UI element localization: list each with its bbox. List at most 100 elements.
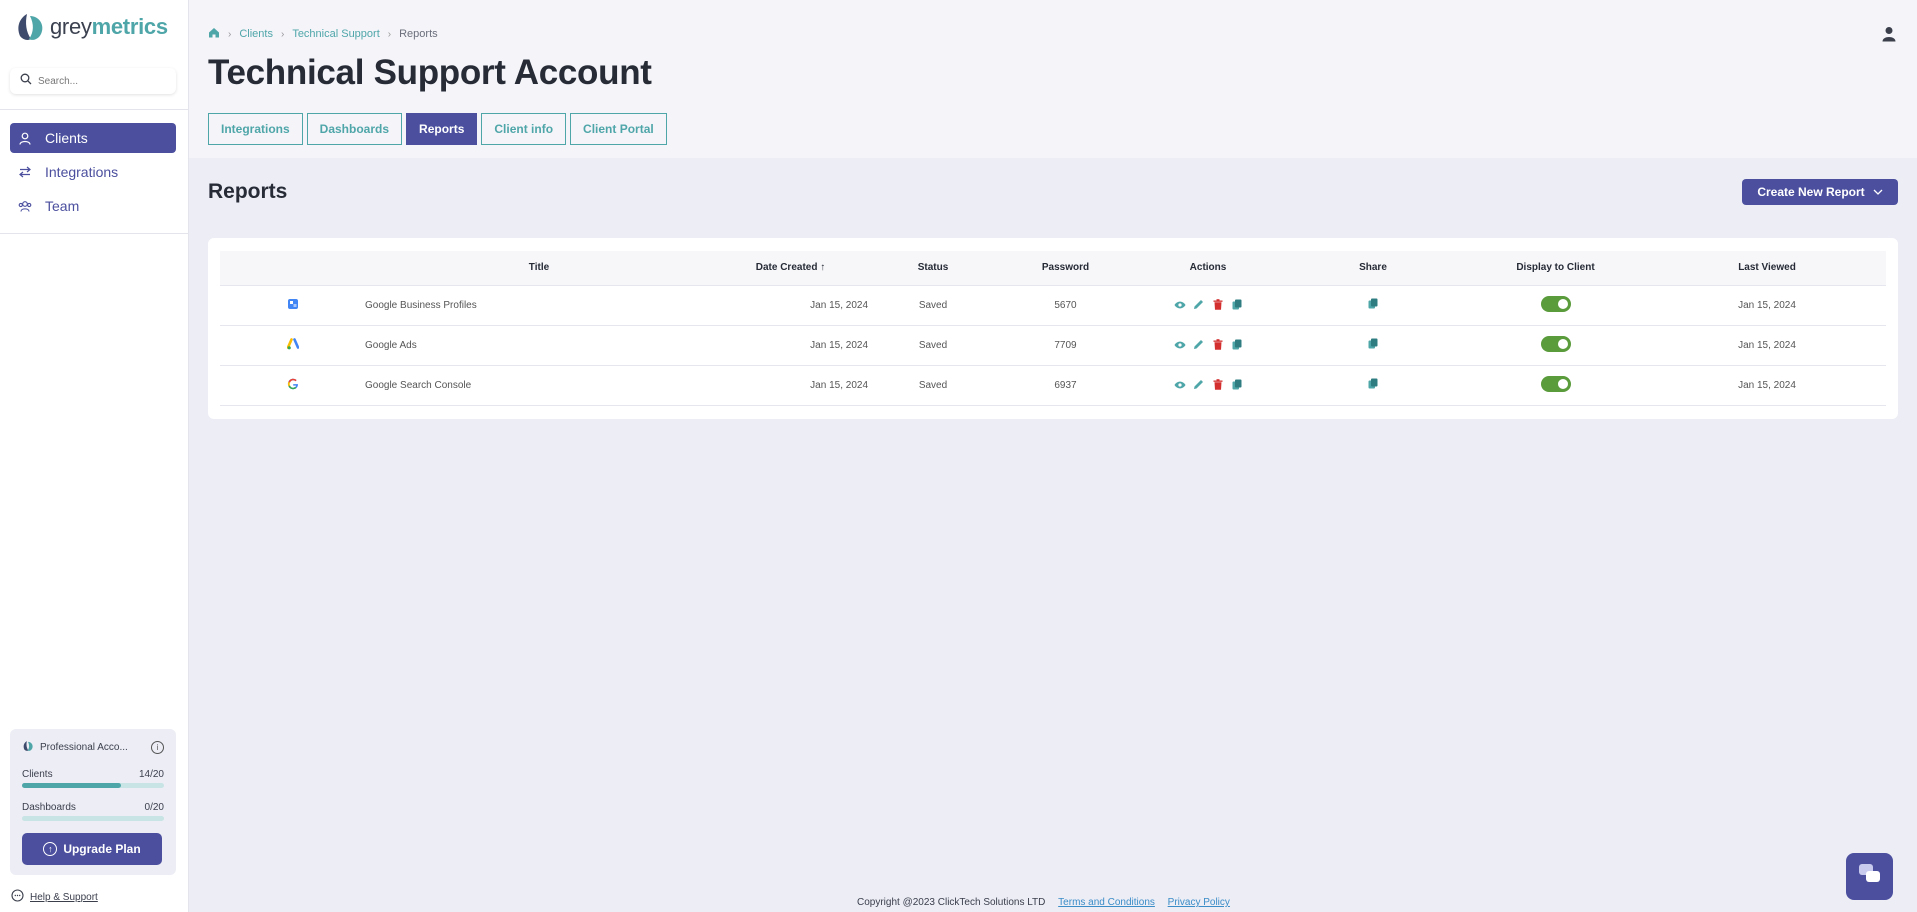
reports-card: Title Date Created ↑ Status Password Act… bbox=[208, 238, 1898, 419]
display-to-client-toggle[interactable] bbox=[1540, 375, 1571, 392]
divider bbox=[0, 233, 189, 234]
delete-trash-icon[interactable] bbox=[1211, 378, 1224, 391]
logo[interactable]: greymetrics bbox=[14, 12, 168, 42]
col-share: Share bbox=[1283, 251, 1463, 286]
report-status: Saved bbox=[868, 325, 998, 366]
source-cell bbox=[220, 325, 365, 366]
view-eye-icon[interactable] bbox=[1173, 378, 1186, 391]
privacy-link[interactable]: Privacy Policy bbox=[1168, 897, 1230, 908]
report-actions bbox=[1133, 325, 1283, 366]
delete-trash-icon[interactable] bbox=[1211, 338, 1224, 351]
plan-clients-label: Clients bbox=[22, 769, 53, 780]
plan-clients-bar bbox=[22, 783, 164, 788]
upgrade-plan-label: Upgrade Plan bbox=[63, 842, 141, 856]
tab-integrations[interactable]: Integrations bbox=[208, 113, 303, 145]
terms-link[interactable]: Terms and Conditions bbox=[1058, 897, 1155, 908]
duplicate-copy-icon[interactable] bbox=[1230, 378, 1243, 391]
user-account-icon[interactable] bbox=[1882, 26, 1896, 42]
edit-pencil-icon[interactable] bbox=[1192, 338, 1205, 351]
col-date-created-label: Date Created bbox=[755, 262, 818, 274]
sidebar-item-integrations[interactable]: Integrations bbox=[10, 157, 176, 187]
tab-reports[interactable]: Reports bbox=[406, 113, 478, 145]
logo-text: greymetrics bbox=[50, 14, 168, 39]
search-icon bbox=[20, 72, 32, 90]
report-display-to-client bbox=[1463, 325, 1648, 366]
table-row[interactable]: Google Business Profiles Jan 15, 2024 Sa… bbox=[220, 285, 1886, 326]
info-icon[interactable]: i bbox=[151, 740, 164, 754]
plan-logo-icon bbox=[22, 740, 34, 755]
arrows-swap-icon bbox=[18, 165, 32, 179]
breadcrumb-clients[interactable]: Clients bbox=[239, 28, 273, 40]
col-last-viewed: Last Viewed bbox=[1648, 251, 1886, 286]
plan-clients-bar-fill bbox=[22, 783, 122, 788]
display-to-client-toggle[interactable] bbox=[1540, 335, 1571, 352]
report-display-to-client bbox=[1463, 285, 1648, 326]
duplicate-copy-icon[interactable] bbox=[1230, 298, 1243, 311]
plan-dashboards-count: 0/20 bbox=[144, 802, 164, 813]
user-icon bbox=[18, 131, 32, 145]
tab-client-info[interactable]: Client info bbox=[481, 113, 567, 145]
share-copy-icon[interactable] bbox=[1368, 298, 1378, 312]
plan-header: Professional Acco... i bbox=[22, 739, 164, 755]
report-title[interactable]: Google Business Profiles bbox=[365, 285, 713, 326]
report-display-to-client bbox=[1463, 365, 1648, 406]
create-new-report-label: Create New Report bbox=[1757, 185, 1865, 199]
sidebar-item-label: Integrations bbox=[45, 164, 119, 180]
breadcrumb-separator: › bbox=[387, 28, 392, 40]
report-actions bbox=[1133, 365, 1283, 406]
divider bbox=[0, 109, 189, 110]
share-copy-icon[interactable] bbox=[1368, 378, 1378, 392]
report-password: 5670 bbox=[998, 285, 1133, 326]
report-title[interactable]: Google Ads bbox=[365, 325, 713, 366]
plan-name: Professional Acco... bbox=[40, 741, 128, 753]
col-display-to-client: Display to Client bbox=[1463, 251, 1648, 286]
home-icon[interactable] bbox=[208, 27, 220, 41]
arrow-up-circle-icon: ↑ bbox=[43, 842, 58, 856]
search-input[interactable] bbox=[38, 75, 158, 87]
report-date-created: Jan 15, 2024 bbox=[713, 365, 868, 406]
edit-pencil-icon[interactable] bbox=[1192, 298, 1205, 311]
display-to-client-toggle[interactable] bbox=[1540, 295, 1571, 312]
chat-launcher-button[interactable] bbox=[1846, 853, 1893, 900]
report-title[interactable]: Google Search Console bbox=[365, 365, 713, 406]
breadcrumb-separator: › bbox=[228, 28, 232, 40]
col-status: Status bbox=[868, 251, 998, 286]
help-support-link[interactable]: Help & Support bbox=[30, 892, 98, 903]
tab-bar: Integrations Dashboards Reports Client i… bbox=[208, 113, 671, 145]
report-last-viewed: Jan 15, 2024 bbox=[1648, 365, 1886, 406]
col-password: Password bbox=[998, 251, 1133, 286]
col-date-created[interactable]: Date Created ↑ bbox=[713, 251, 868, 286]
breadcrumb-technical-support[interactable]: Technical Support bbox=[292, 28, 379, 40]
sidebar-item-team[interactable]: Team bbox=[10, 191, 176, 221]
tab-dashboards[interactable]: Dashboards bbox=[306, 113, 403, 145]
report-password: 6937 bbox=[998, 365, 1133, 406]
report-password: 7709 bbox=[998, 325, 1133, 366]
view-eye-icon[interactable] bbox=[1173, 298, 1186, 311]
table-row[interactable]: Google Search Console Jan 15, 2024 Saved… bbox=[220, 365, 1886, 406]
sort-arrow-up-icon: ↑ bbox=[820, 262, 826, 274]
report-actions bbox=[1133, 285, 1283, 326]
source-cell bbox=[220, 365, 365, 406]
chat-bubble-icon bbox=[11, 889, 24, 905]
table-row[interactable]: Google Ads Jan 15, 2024 Saved 7709 Jan 1… bbox=[220, 325, 1886, 366]
create-new-report-button[interactable]: Create New Report bbox=[1742, 179, 1898, 205]
team-icon bbox=[18, 199, 32, 213]
col-title[interactable]: Title bbox=[365, 251, 713, 286]
view-eye-icon[interactable] bbox=[1173, 338, 1186, 351]
duplicate-copy-icon[interactable] bbox=[1230, 338, 1243, 351]
toggle-knob bbox=[1557, 338, 1568, 349]
tab-client-portal[interactable]: Client Portal bbox=[570, 113, 667, 145]
search-box bbox=[10, 68, 176, 94]
share-copy-icon[interactable] bbox=[1368, 338, 1378, 352]
edit-pencil-icon[interactable] bbox=[1192, 378, 1205, 391]
report-last-viewed: Jan 15, 2024 bbox=[1648, 285, 1886, 326]
section-title: Reports bbox=[208, 180, 288, 203]
delete-trash-icon[interactable] bbox=[1211, 298, 1224, 311]
breadcrumb: › Clients › Technical Support › Reports bbox=[208, 27, 438, 41]
sidebar-nav: Clients Integrations Team bbox=[10, 123, 176, 225]
sidebar: greymetrics Clients Integrations Team bbox=[0, 0, 189, 912]
report-status: Saved bbox=[868, 365, 998, 406]
report-status: Saved bbox=[868, 285, 998, 326]
sidebar-item-clients[interactable]: Clients bbox=[10, 123, 176, 153]
upgrade-plan-button[interactable]: ↑ Upgrade Plan bbox=[22, 833, 162, 865]
